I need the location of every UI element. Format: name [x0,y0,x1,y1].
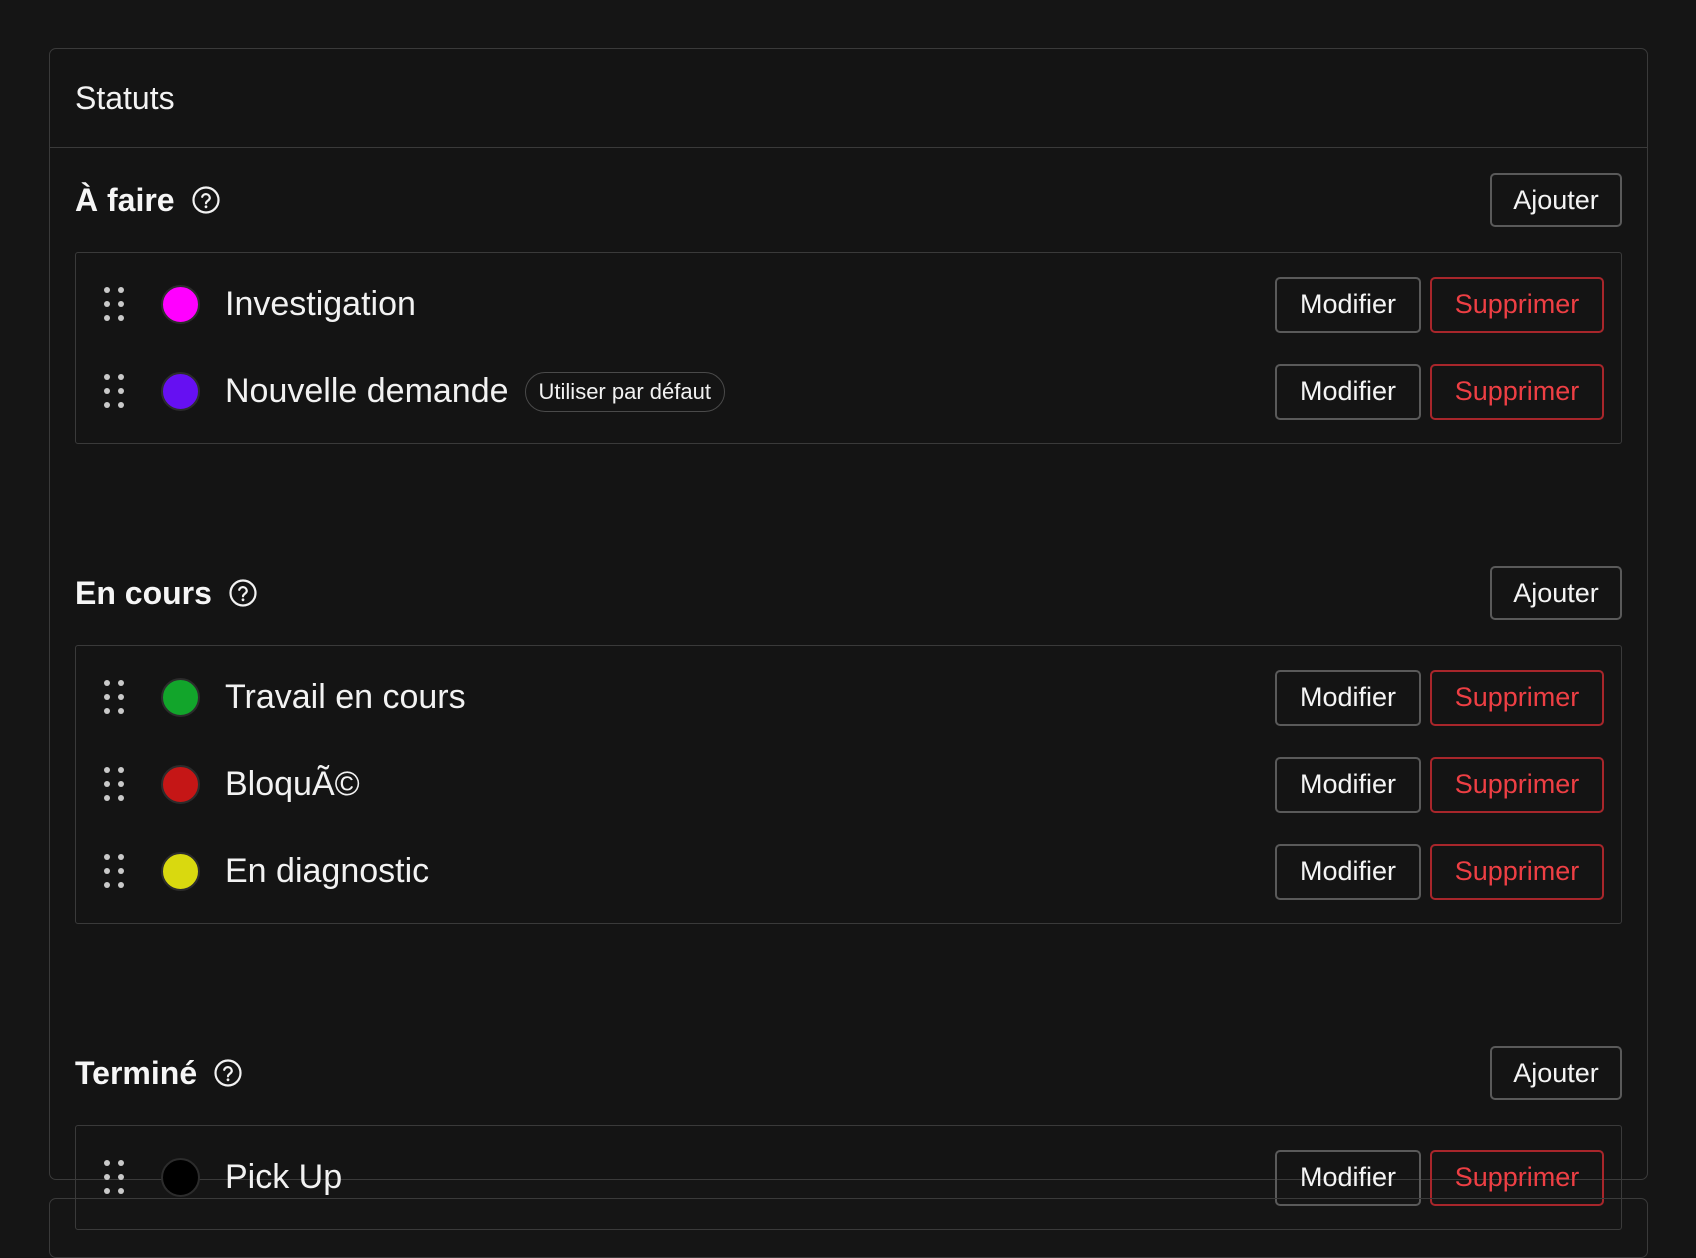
status-color-dot [161,852,200,891]
status-row: Travail en cours Modifier Supprimer [76,654,1621,741]
drag-handle-icon[interactable] [104,766,126,803]
drag-handle-icon[interactable] [104,679,126,716]
section-title: À faire [75,181,175,218]
help-circle-icon[interactable] [191,185,221,215]
panel-header: Statuts [50,49,1647,148]
status-label: BloquÃ© [225,765,360,803]
section-header: Terminé Ajouter [75,1021,1622,1125]
add-status-button[interactable]: Ajouter [1490,173,1622,227]
delete-status-button[interactable]: Supprimer [1430,843,1604,900]
status-list: Travail en cours Modifier Supprimer Bloq… [75,645,1622,924]
status-row: En diagnostic Modifier Supprimer [76,828,1621,915]
section-title: Terminé [75,1054,198,1091]
drag-handle-icon[interactable] [104,853,126,890]
status-color-dot [161,1158,200,1197]
status-list: Investigation Modifier Supprimer Nouvell… [75,252,1622,444]
edit-status-button[interactable]: Modifier [1275,363,1421,420]
section-header: En cours Ajouter [75,541,1622,645]
status-label: Pick Up [225,1158,343,1196]
status-label: Investigation [225,285,416,323]
status-color-dot [161,678,200,717]
status-label: Travail en cours [225,678,466,716]
status-color-dot [161,285,200,324]
drag-handle-icon[interactable] [104,286,126,323]
delete-status-button[interactable]: Supprimer [1430,276,1604,333]
help-circle-icon[interactable] [228,578,258,608]
status-section: À faire Ajouter Investigation Modifier S… [75,148,1622,444]
status-label: Nouvelle demande [225,372,509,410]
section-title: En cours [75,574,212,611]
panel-title: Statuts [75,79,175,116]
default-status-badge[interactable]: Utiliser par défaut [524,371,725,412]
edit-status-button[interactable]: Modifier [1275,276,1421,333]
edit-status-button[interactable]: Modifier [1275,843,1421,900]
status-color-dot [161,765,200,804]
help-circle-icon[interactable] [213,1058,243,1088]
add-status-button[interactable]: Ajouter [1490,1046,1622,1100]
delete-status-button[interactable]: Supprimer [1430,756,1604,813]
edit-status-button[interactable]: Modifier [1275,669,1421,726]
section-header: À faire Ajouter [75,148,1622,252]
delete-status-button[interactable]: Supprimer [1430,669,1604,726]
status-row: BloquÃ© Modifier Supprimer [76,741,1621,828]
add-status-button[interactable]: Ajouter [1490,566,1622,620]
status-row: Nouvelle demande Utiliser par défaut Modi… [76,348,1621,435]
status-label: En diagnostic [225,852,430,890]
next-panel [49,1198,1648,1258]
drag-handle-icon[interactable] [104,1159,126,1196]
edit-status-button[interactable]: Modifier [1275,756,1421,813]
statuses-panel: Statuts À faire Ajouter Investigation Mo… [49,48,1648,1230]
status-color-dot [161,372,200,411]
status-row: Investigation Modifier Supprimer [76,261,1621,348]
panel-body: À faire Ajouter Investigation Modifier S… [50,148,1647,1230]
status-section: En cours Ajouter Travail en cours Modifi… [75,541,1622,924]
drag-handle-icon[interactable] [104,373,126,410]
delete-status-button[interactable]: Supprimer [1430,363,1604,420]
